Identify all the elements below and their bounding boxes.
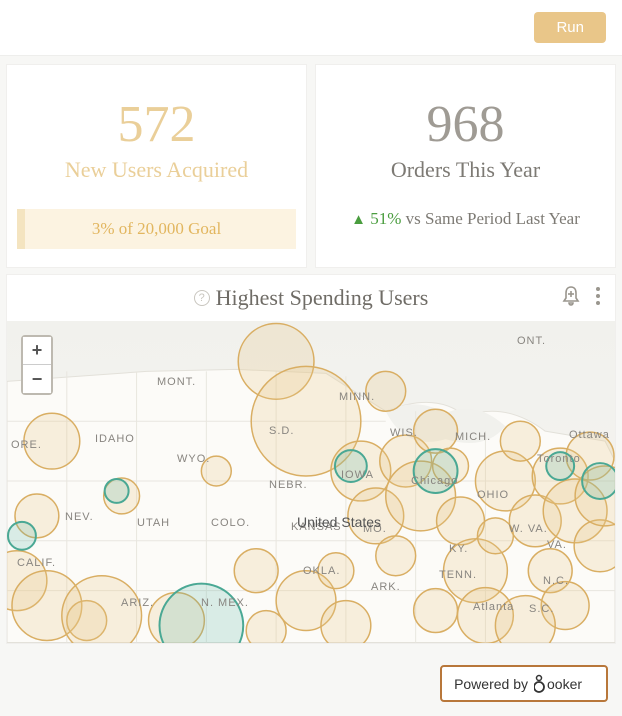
looker-logo: ooker [532,673,594,694]
map-actions [561,285,601,307]
kpi-label: Orders This Year [326,157,605,183]
kpi-value: 968 [326,99,605,151]
bell-icon[interactable] [561,285,581,307]
zoom-out-button[interactable]: − [23,365,51,393]
map-title-wrap: ? Highest Spending Users [194,285,429,311]
trend-suffix: vs Same Period Last Year [401,209,579,228]
powered-by-text: Powered by [454,676,528,692]
kpi-row: 572 New Users Acquired 3% of 20,000 Goal… [0,56,622,274]
zoom-control: + − [21,335,53,395]
kpi-card-orders: 968 Orders This Year ▲ 51% vs Same Perio… [315,64,616,268]
more-options-icon[interactable] [595,286,601,306]
trend-percent: 51% [370,209,401,228]
kpi-trend: ▲ 51% vs Same Period Last Year [326,209,605,229]
top-toolbar: Run [0,0,622,56]
svg-text:ooker: ooker [547,676,582,692]
help-icon[interactable]: ? [194,290,210,306]
trend-up-icon: ▲ [351,212,366,228]
zoom-in-button[interactable]: + [23,337,51,365]
map-header: ? Highest Spending Users [7,275,615,321]
run-button[interactable]: Run [534,12,606,43]
kpi-goal-text: 3% of 20,000 Goal [92,219,221,238]
map-svg [7,321,615,643]
map-visualization[interactable]: + − ONT.MONT.MINN.IDAHOS.D.WIS.ORE.WYO.M… [7,321,615,643]
kpi-goal-bar: 3% of 20,000 Goal [17,209,296,249]
map-title: Highest Spending Users [216,285,429,311]
kpi-value: 572 [17,99,296,151]
map-panel: ? Highest Spending Users [6,274,616,644]
kpi-card-new-users: 572 New Users Acquired 3% of 20,000 Goal [6,64,307,268]
powered-by-badge[interactable]: Powered by ooker [440,665,608,702]
kpi-label: New Users Acquired [17,157,296,183]
